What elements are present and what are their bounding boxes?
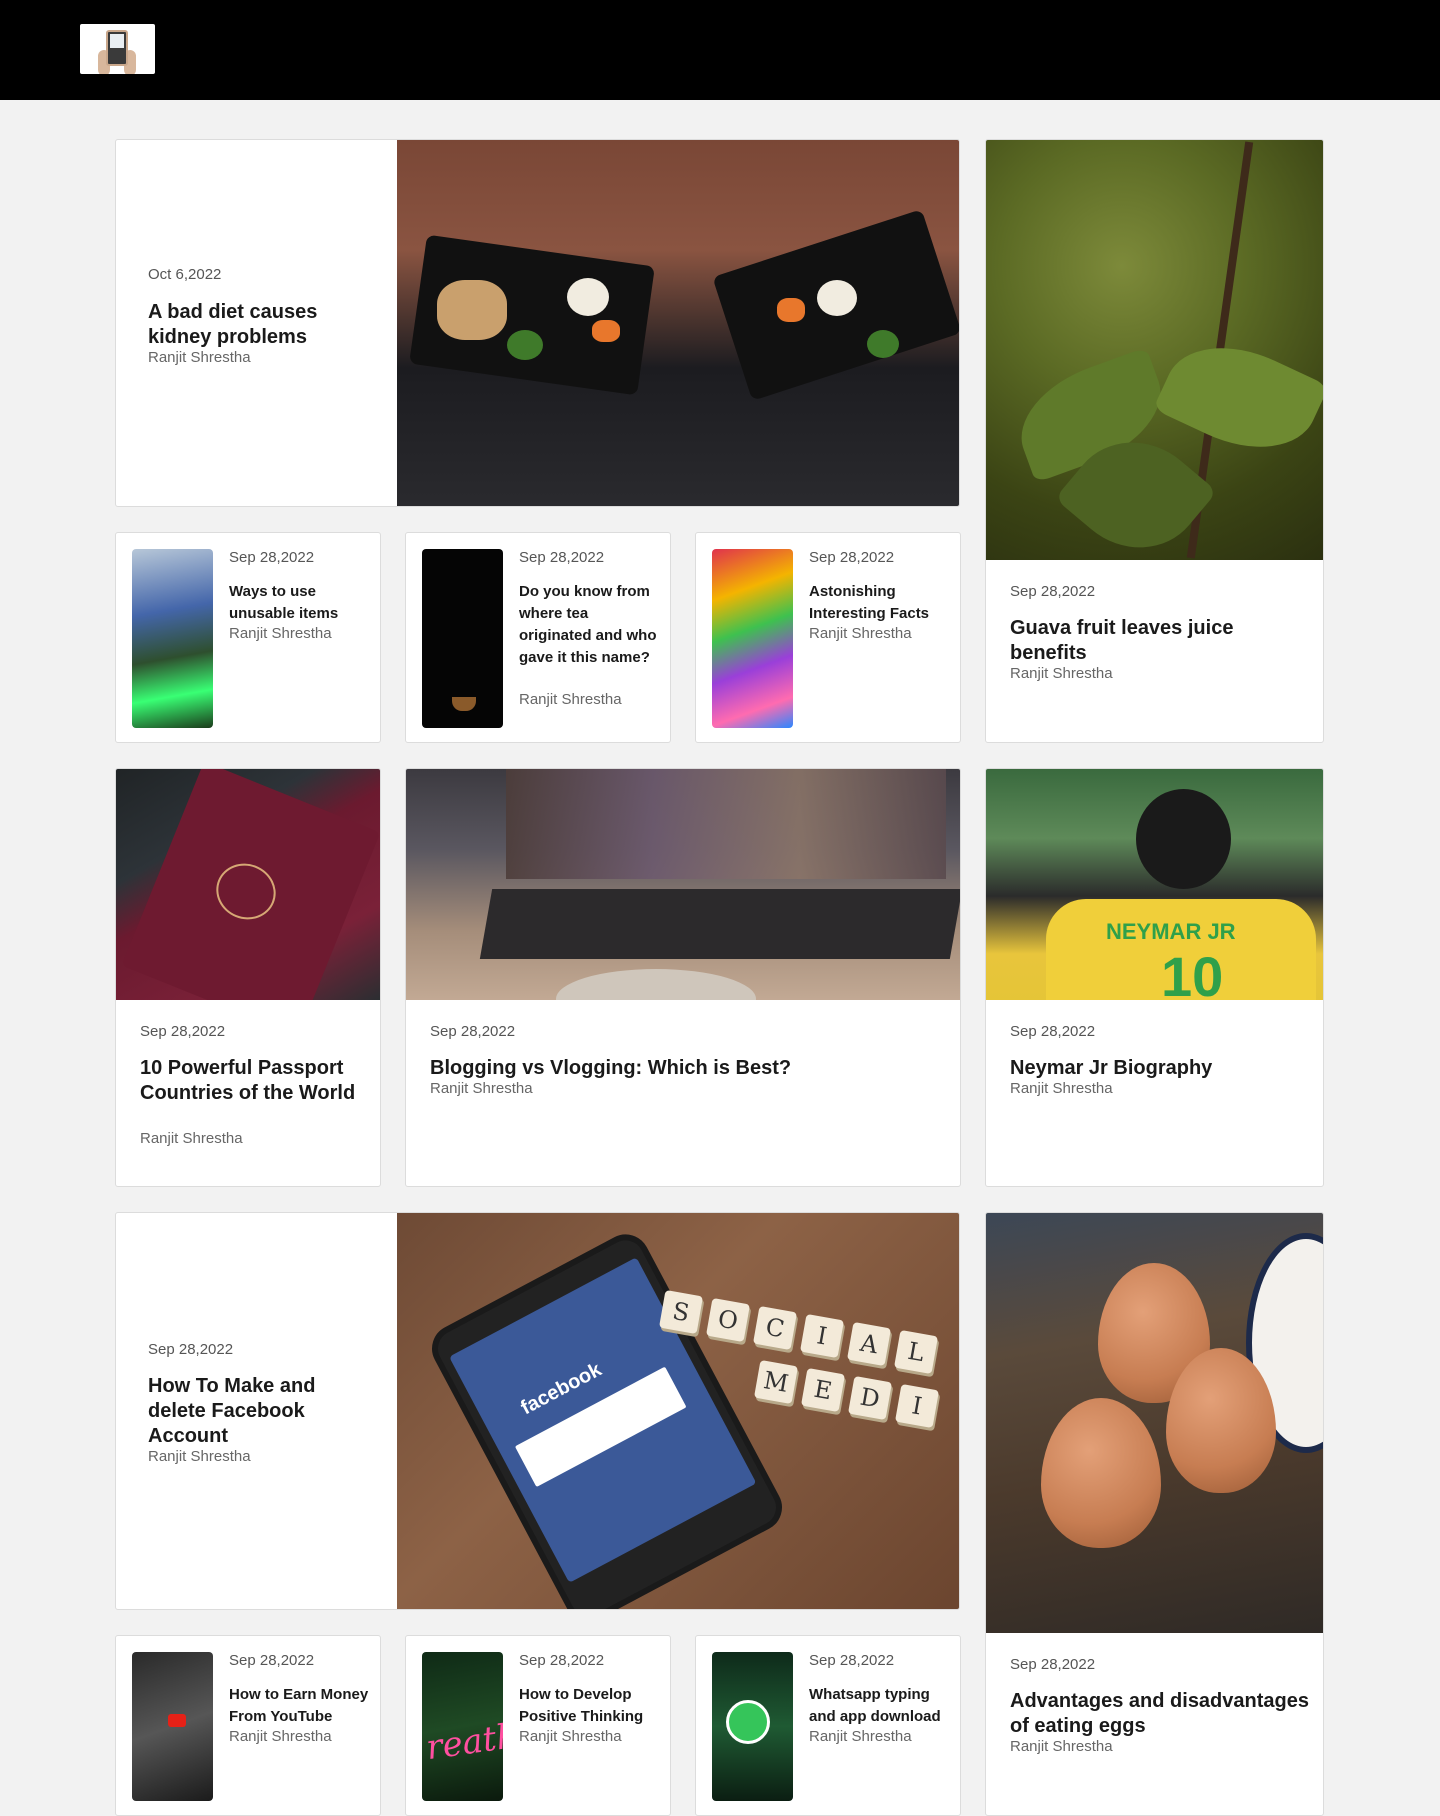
neon-sign-text: reath [423,1715,503,1769]
laptop-video-call-image[interactable] [406,769,960,1000]
gumballs-image[interactable] [712,549,793,728]
cauliflower [817,280,857,316]
article-date: Sep 28,2022 [148,1341,234,1358]
article-card[interactable]: NEYMAR JR 10 Sep 28,2022 Neymar Jr Biogr… [985,768,1324,1187]
youtube-icon [168,1714,186,1727]
logo-phone-screen [110,34,124,48]
site-logo-icon[interactable] [80,24,155,74]
article-date: Sep 28,2022 [430,1023,516,1040]
scrabble-tile: E [800,1367,846,1413]
article-card[interactable]: Sep 28,2022 Guava fruit leaves juice ben… [985,139,1324,743]
scrabble-tile: I [799,1313,845,1359]
article-date: Sep 28,2022 [1010,1656,1096,1673]
article-author[interactable]: Ranjit Shrestha [148,1448,251,1465]
article-title[interactable]: Advantages and disadvantages of eating e… [1010,1689,1310,1739]
head [1136,789,1231,889]
article-date: Sep 28,2022 [229,1652,315,1669]
article-date: Sep 28,2022 [1010,1023,1096,1040]
carrot [592,320,620,342]
scrabble-tile: L [893,1329,939,1375]
laptop-keyboard [479,889,960,959]
small-article-card[interactable]: reath Sep 28,2022 How to Develop Positiv… [405,1635,671,1816]
cauliflower [567,278,609,316]
tea-cup-image[interactable] [422,549,503,728]
neon-breathe-image[interactable]: reath [422,1652,503,1801]
article-title[interactable]: Neymar Jr Biography [1010,1056,1300,1081]
featured-article-card[interactable]: Oct 6,2022 A bad diet causes kidney prob… [115,139,960,507]
article-date: Sep 28,2022 [519,1652,605,1669]
scrabble-tile: S [658,1289,704,1335]
article-title[interactable]: Guava fruit leaves juice benefits [1010,616,1300,666]
site-header [0,0,1440,100]
article-title[interactable]: Do you know from where tea originated an… [519,581,659,669]
article-author[interactable]: Ranjit Shrestha [1010,1080,1113,1097]
article-card[interactable]: Sep 28,2022 Advantages and disadvantages… [985,1212,1324,1816]
article-author[interactable]: Ranjit Shrestha [229,625,332,642]
article-date: Sep 28,2022 [1010,583,1096,600]
leaf [1152,322,1323,473]
article-author[interactable]: Ranjit Shrestha [1010,665,1113,682]
article-date: Sep 28,2022 [809,1652,895,1669]
smartphone: facebook [423,1225,791,1609]
article-author[interactable]: Ranjit Shrestha [140,1130,243,1147]
whatsapp-image[interactable] [712,1652,793,1801]
article-author[interactable]: Ranjit Shrestha [148,349,251,366]
article-date: Sep 28,2022 [809,549,895,566]
youtube-phone-image[interactable] [132,1652,213,1801]
article-author[interactable]: Ranjit Shrestha [809,1728,912,1745]
article-date: Sep 28,2022 [519,549,605,566]
article-date: Sep 28,2022 [229,549,315,566]
article-title[interactable]: How to Develop Positive Thinking [519,1684,659,1728]
article-author[interactable]: Ranjit Shrestha [1010,1738,1113,1755]
small-article-card[interactable]: Sep 28,2022 Astonishing Interesting Fact… [695,532,961,743]
meal-prep-image[interactable] [397,140,959,506]
neymar-jersey-image[interactable]: NEYMAR JR 10 [986,769,1323,1000]
scrabble-tile: O [705,1297,751,1343]
small-article-card[interactable]: Sep 28,2022 How to Earn Money From YouTu… [115,1635,381,1816]
broccoli [507,330,543,360]
article-title[interactable]: Ways to use unusable items [229,581,369,625]
tea-cup [452,697,476,711]
scrabble-tile: M [753,1359,799,1405]
article-card[interactable]: Sep 28,2022 Blogging vs Vlogging: Which … [405,768,961,1187]
featured-article-card[interactable]: Sep 28,2022 How To Make and delete Faceb… [115,1212,960,1610]
whatsapp-icon [726,1700,770,1744]
jersey-number: 10 [1161,945,1224,1000]
scrabble-tile: A [846,1321,892,1367]
coffee-mug [556,969,756,1000]
passport-image[interactable] [116,769,380,1000]
eggs-image[interactable] [986,1213,1323,1633]
egg [1041,1398,1161,1548]
article-author[interactable]: Ranjit Shrestha [519,1728,622,1745]
scrabble-tile: I [894,1383,940,1429]
article-author[interactable]: Ranjit Shrestha [519,691,622,708]
article-title[interactable]: Blogging vs Vlogging: Which is Best? [430,1056,930,1081]
jersey-name: NEYMAR JR [1106,919,1236,944]
article-title[interactable]: Astonishing Interesting Facts [809,581,949,625]
laptop-screen [506,769,946,879]
article-date: Sep 28,2022 [140,1023,226,1040]
article-title[interactable]: How To Make and delete Facebook Account [148,1374,348,1449]
scrabble-tile: C [752,1305,798,1351]
article-author[interactable]: Ranjit Shrestha [809,625,912,642]
article-author[interactable]: Ranjit Shrestha [430,1080,533,1097]
article-title[interactable]: How to Earn Money From YouTube [229,1684,369,1728]
article-author[interactable]: Ranjit Shrestha [229,1728,332,1745]
article-title[interactable]: Whatsapp typing and app download [809,1684,949,1728]
carrot [777,298,805,322]
scrabble-tile: D [847,1375,893,1421]
guava-leaves-image[interactable] [986,140,1323,560]
article-title[interactable]: 10 Powerful Passport Countries of the Wo… [140,1056,360,1106]
chicken [437,280,507,340]
small-article-card[interactable]: Sep 28,2022 Whatsapp typing and app down… [695,1635,961,1816]
article-card[interactable]: Sep 28,2022 10 Powerful Passport Countri… [115,768,381,1187]
article-date: Oct 6,2022 [148,266,222,283]
facebook-phone-image[interactable]: facebook S O C I A L M E D I [397,1213,959,1609]
article-title[interactable]: A bad diet causes kidney problems [148,300,348,350]
plastic-bottles-image[interactable] [132,549,213,728]
small-article-card[interactable]: Sep 28,2022 Ways to use unusable items R… [115,532,381,743]
small-article-card[interactable]: Sep 28,2022 Do you know from where tea o… [405,532,671,743]
login-fields [514,1366,687,1488]
broccoli [867,330,899,358]
